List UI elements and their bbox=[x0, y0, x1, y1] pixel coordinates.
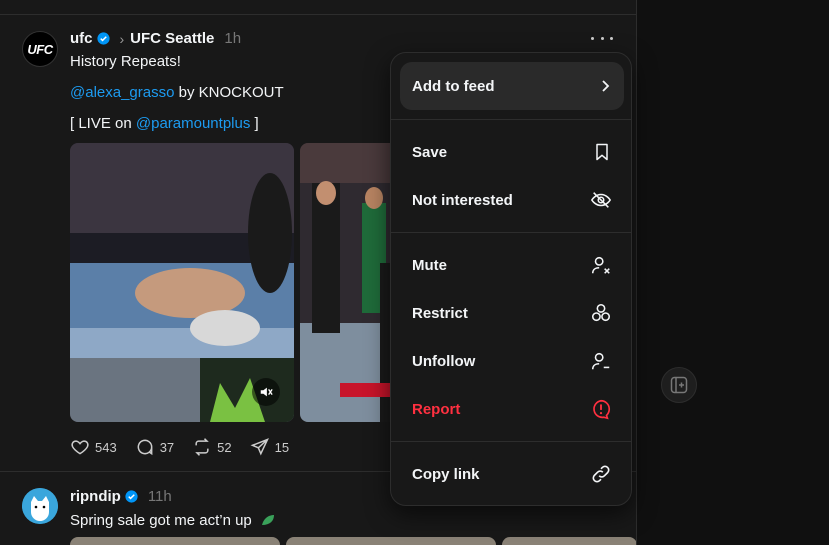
more-icon[interactable] bbox=[591, 31, 613, 45]
comment-count: 37 bbox=[159, 439, 175, 455]
mention-link[interactable]: @alexa_grasso bbox=[70, 84, 174, 101]
menu-separator bbox=[391, 119, 631, 120]
restrict-icon bbox=[591, 303, 611, 322]
feed-top-border bbox=[0, 14, 636, 15]
username[interactable]: ufc bbox=[70, 30, 93, 47]
mute-item[interactable]: Mute bbox=[400, 241, 624, 289]
copy-link-item[interactable]: Copy link bbox=[400, 450, 624, 498]
post-time[interactable]: 1h bbox=[224, 30, 241, 47]
menu-separator bbox=[391, 441, 631, 442]
report-item[interactable]: Report bbox=[400, 385, 624, 433]
right-pane bbox=[638, 0, 829, 545]
avatar-ufc[interactable]: UFC bbox=[22, 31, 58, 67]
post-image-1[interactable] bbox=[70, 537, 280, 545]
post-options-menu: Add to feed Save Not interested Mute Res… bbox=[390, 52, 632, 506]
like-count: 543 bbox=[95, 439, 117, 455]
comment-button[interactable]: 37 bbox=[135, 437, 174, 457]
mute-icon[interactable] bbox=[252, 378, 280, 406]
bookmark-icon bbox=[596, 143, 608, 161]
verified-icon bbox=[125, 490, 138, 503]
avatar-ripndip[interactable] bbox=[22, 488, 58, 524]
post-actions: 543 37 52 15 bbox=[70, 437, 307, 457]
post-image-3[interactable] bbox=[502, 537, 636, 545]
restrict-item[interactable]: Restrict bbox=[400, 289, 624, 337]
alert-icon bbox=[593, 399, 611, 420]
post-time[interactable]: 11h bbox=[148, 488, 172, 505]
share-count: 15 bbox=[274, 439, 290, 455]
share-button[interactable]: 15 bbox=[250, 437, 289, 457]
link-icon bbox=[592, 465, 610, 483]
eye-off-icon bbox=[590, 192, 612, 208]
save-item[interactable]: Save bbox=[400, 128, 624, 176]
leaf-emoji-icon bbox=[261, 515, 274, 525]
post-text-line1: History Repeats! bbox=[70, 53, 181, 70]
post-header: ripndip 11h bbox=[70, 488, 172, 505]
repost-icon bbox=[195, 438, 209, 456]
heart-icon bbox=[71, 440, 89, 455]
post-image-2[interactable] bbox=[286, 537, 496, 545]
user-minus-icon bbox=[591, 352, 610, 370]
share-icon bbox=[250, 438, 269, 456]
like-button[interactable]: 543 bbox=[70, 437, 117, 457]
user-x-icon bbox=[591, 256, 610, 274]
repost-count: 52 bbox=[217, 439, 232, 455]
username[interactable]: ripndip bbox=[70, 488, 121, 505]
not-interested-item[interactable]: Not interested bbox=[400, 176, 624, 224]
post-text: Spring sale got me act’n up bbox=[70, 512, 276, 529]
verified-icon bbox=[96, 32, 110, 45]
post-header: ufc › UFC Seattle 1h bbox=[70, 30, 241, 47]
post-text-line2: @alexa_grasso by KNOCKOUT bbox=[70, 84, 284, 101]
add-to-feed-item[interactable]: Add to feed bbox=[400, 62, 624, 110]
cat-logo-icon bbox=[22, 488, 58, 524]
comment-icon bbox=[137, 439, 153, 456]
community-link[interactable]: UFC Seattle bbox=[130, 30, 214, 47]
menu-separator bbox=[391, 232, 631, 233]
mention-link[interactable]: @paramountplus bbox=[136, 115, 250, 132]
chevron-right-icon bbox=[602, 80, 610, 92]
repost-button[interactable]: 52 bbox=[192, 437, 232, 457]
post-video-1[interactable] bbox=[70, 143, 294, 422]
unfollow-item[interactable]: Unfollow bbox=[400, 337, 624, 385]
chevron-right-icon: › bbox=[119, 30, 125, 47]
add-column-icon[interactable] bbox=[661, 367, 697, 403]
post-text-line3: [ LIVE on @paramountplus ] bbox=[70, 115, 259, 132]
